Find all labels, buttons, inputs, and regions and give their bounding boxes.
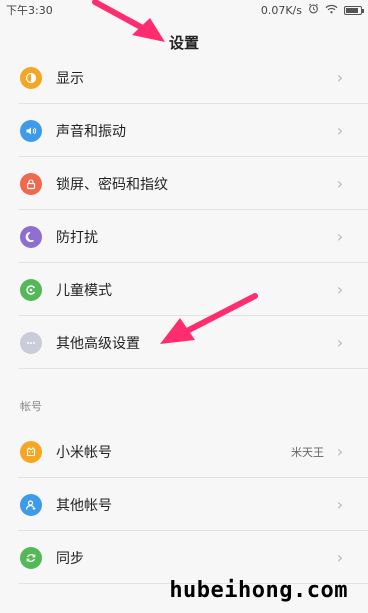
settings-item-mi-account[interactable]: 小米帐号 米天王 ›: [0, 425, 368, 478]
status-time: 下午3:30: [6, 4, 53, 17]
sync-icon: [20, 546, 42, 569]
settings-item-sound[interactable]: 声音和振动 ›: [0, 104, 368, 157]
wifi-icon: [325, 4, 338, 17]
chevron-right-icon: ›: [336, 174, 344, 193]
mi-account-icon: [20, 440, 42, 463]
chevron-right-icon: ›: [336, 68, 344, 87]
settings-item-label: 儿童模式: [56, 282, 112, 299]
settings-list-account: 小米帐号 米天王 › 其他帐号 › 同步 ›: [0, 425, 368, 584]
settings-item-label: 同步: [56, 550, 84, 567]
chevron-right-icon: ›: [336, 495, 344, 514]
alarm-icon: [308, 3, 319, 17]
settings-item-other-account[interactable]: 其他帐号 ›: [0, 478, 368, 531]
status-icons: 0.07K/s: [260, 3, 364, 17]
settings-item-label: 声音和振动: [56, 123, 126, 140]
chevron-right-icon: ›: [336, 333, 344, 352]
settings-item-sync[interactable]: 同步 ›: [0, 531, 368, 584]
other-account-icon: [20, 493, 42, 516]
more-icon: [20, 331, 42, 354]
network-speed: 0.07K/s: [260, 3, 302, 17]
settings-item-label: 其他高级设置: [56, 335, 140, 352]
chevron-right-icon: ›: [336, 121, 344, 140]
watermark: hubeihong.com: [169, 578, 348, 603]
settings-list-general: 显示 › 声音和振动 › 锁屏、密码和指纹 › 防打扰 › 儿童模式 › 其他高级设置 ›: [0, 51, 368, 369]
settings-item-display[interactable]: 显示 ›: [0, 51, 368, 104]
chevron-right-icon: ›: [336, 548, 344, 567]
settings-item-more[interactable]: 其他高级设置 ›: [0, 316, 368, 369]
display-icon: [20, 66, 42, 89]
divider: [18, 368, 368, 369]
chevron-right-icon: ›: [336, 227, 344, 246]
battery-icon: [344, 5, 364, 15]
settings-item-value: 米天王: [291, 445, 324, 459]
lock-icon: [20, 172, 42, 195]
settings-item-lock[interactable]: 锁屏、密码和指纹 ›: [0, 157, 368, 210]
settings-item-label: 其他帐号: [56, 497, 112, 514]
settings-item-label: 锁屏、密码和指纹: [56, 176, 168, 193]
kids-icon: [20, 278, 42, 301]
settings-item-kids[interactable]: 儿童模式 ›: [0, 263, 368, 316]
chevron-right-icon: ›: [336, 442, 344, 461]
settings-item-label: 防打扰: [56, 229, 98, 246]
sound-icon: [20, 119, 42, 142]
settings-item-label: 小米帐号: [56, 444, 112, 461]
settings-item-moon[interactable]: 防打扰 ›: [0, 210, 368, 263]
status-bar: 下午3:30 0.07K/s: [0, 0, 368, 20]
settings-item-label: 显示: [56, 70, 84, 87]
chevron-right-icon: ›: [336, 280, 344, 299]
section-header-account: 帐号: [20, 400, 42, 413]
moon-icon: [20, 225, 42, 248]
